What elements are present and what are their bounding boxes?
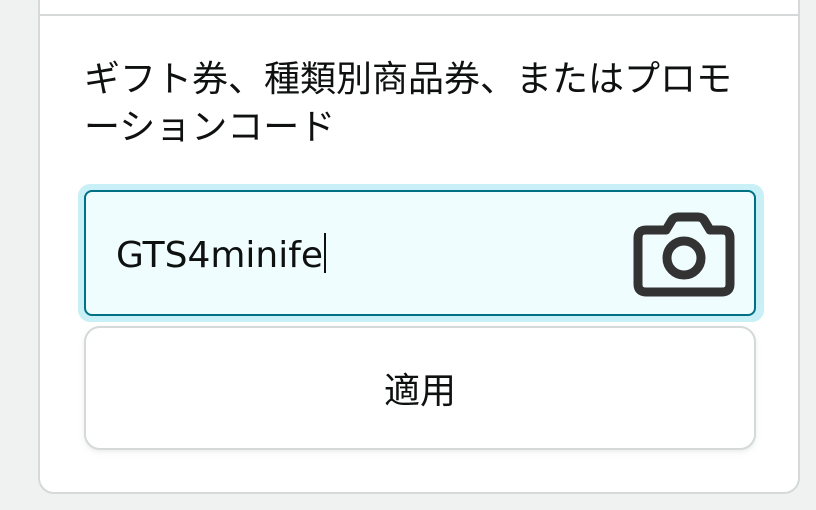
gift-code-label: ギフト券、種類別商品券、またはプロモーションコード — [84, 59, 733, 148]
camera-scan-button[interactable] — [632, 210, 736, 300]
input-value-text: GTS4minife — [116, 235, 324, 276]
camera-icon — [633, 212, 735, 297]
text-caret — [324, 233, 327, 273]
apply-button[interactable]: 適用 — [84, 326, 756, 450]
divider — [40, 14, 800, 16]
gift-code-input-value[interactable]: GTS4minife — [116, 230, 327, 282]
